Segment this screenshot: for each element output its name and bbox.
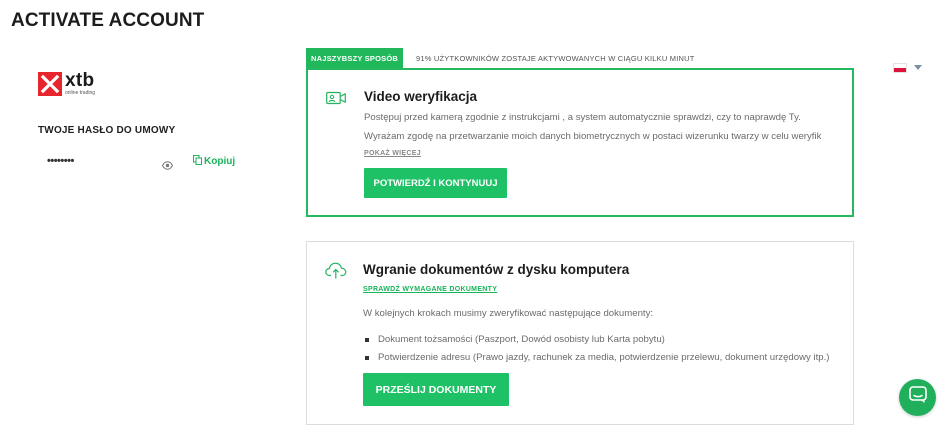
list-item: Dokument tożsamości (Paszport, Dowód oso… [365,334,665,345]
tab-fastest-method: NAJSZYBSZY SPOSÓB [306,48,403,68]
document-item-identity: Dokument tożsamości (Paszport, Dowód oso… [378,334,665,345]
cloud-upload-icon [325,262,347,284]
show-more-link[interactable]: POKAŻ WIĘCEJ [364,150,421,157]
upload-documents-button[interactable]: PRZEŚLIJ DOKUMENTY [363,373,509,406]
docs-card-title: Wgranie dokumentów z dysku komputera [363,262,630,277]
document-item-address: Potwierdzenie adresu (Prawo jazdy, rachu… [378,352,830,363]
xtb-logo: xtb online trading [38,70,96,96]
logo-wordmark: xtb [65,70,95,91]
required-documents-link[interactable]: SPRAWDŹ WYMAGANE DOKUMENTY [363,286,497,293]
page-title: ACTIVATE ACCOUNT [11,10,205,31]
activation-note: 91% UŻYTKOWNIKÓW ZOSTAJE AKTYWOWANYCH W … [416,53,695,63]
copy-icon [193,155,204,168]
list-item: Potwierdzenie adresu (Prawo jazdy, rachu… [365,352,830,363]
chevron-down-icon[interactable] [914,65,922,70]
password-value: •••••••• [47,155,74,167]
language-flag-icon[interactable] [893,63,907,73]
password-label: TWOJE HASŁO DO UMOWY [38,125,176,136]
copy-label: Kopiuj [204,156,236,167]
copy-password-button[interactable]: Kopiuj [193,155,235,168]
biometric-consent-text: Wyrażam zgodę na przetwarzanie moich dan… [364,131,822,142]
video-camera-icon [326,90,346,111]
eye-icon[interactable] [161,157,174,170]
chat-button[interactable] [899,379,936,416]
video-card-description: Postępuj przed kamerą zgodnie z instrukc… [364,112,801,123]
confirm-continue-button[interactable]: POTWIERDŹ I KONTYNUUJ [364,168,507,198]
xtb-logo-mark-icon [38,72,62,96]
logo-tagline: online trading [65,90,96,96]
video-verification-card: Video weryfikacja Postępuj przed kamerą … [306,68,854,217]
document-upload-card: Wgranie dokumentów z dysku komputera SPR… [306,241,854,425]
video-card-title: Video weryfikacja [364,89,478,104]
chat-icon [908,386,927,409]
docs-card-intro: W kolejnych krokach musimy zweryfikować … [363,308,654,319]
